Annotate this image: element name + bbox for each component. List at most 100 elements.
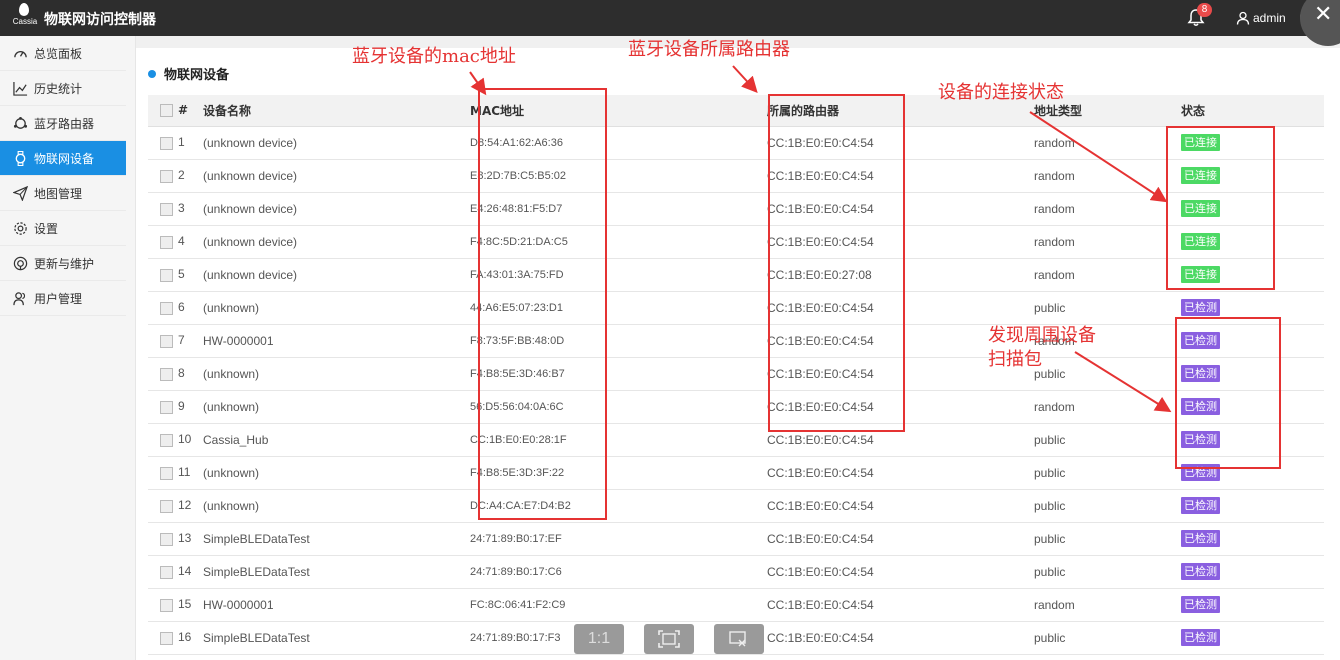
- row-number-cell[interactable]: 16: [148, 621, 203, 655]
- fit-screen-button[interactable]: [644, 624, 694, 654]
- user-menu[interactable]: admin: [1236, 8, 1286, 28]
- mac-cell: DC:A4:CA:E7:D4:B2: [470, 489, 767, 523]
- sidebar-item-iot-devices[interactable]: 物联网设备: [0, 141, 126, 176]
- mac-cell: F8:73:5F:BB:48:0D: [470, 324, 767, 358]
- notification-badge: 8: [1197, 3, 1212, 17]
- sidebar-item-dashboard[interactable]: 总览面板: [0, 36, 126, 71]
- row-number-cell[interactable]: 6: [148, 291, 203, 325]
- table-row[interactable]: 4 (unknown device) F4:8C:5D:21:DA:C5 CC:1B:…: [148, 225, 1324, 259]
- status-cell: 已检测: [1181, 324, 1324, 358]
- header-status[interactable]: 状态: [1181, 95, 1324, 127]
- table-row[interactable]: 13 SimpleBLEDataTest 24:71:89:B0:17:EF CC:1…: [148, 522, 1324, 556]
- checkbox[interactable]: [160, 301, 173, 315]
- status-cell: 已连接: [1181, 192, 1324, 226]
- mac-cell: D8:54:A1:62:A6:36: [470, 126, 767, 160]
- router-cell: CC:1B:E0:E0:C4:54: [767, 621, 1034, 655]
- router-cell: CC:1B:E0:E0:27:08: [767, 258, 1034, 292]
- table-row[interactable]: 15 HW-0000001 FC:8C:06:41:F2:C9 CC:1B:E0:E0…: [148, 588, 1324, 622]
- sidebar: 总览面板 历史统计 蓝牙路由器 物联网设备 地图管理 设置 更新与维护 用户管理: [0, 36, 136, 660]
- sidebar-item-update[interactable]: 更新与维护: [0, 246, 126, 281]
- checkbox[interactable]: [160, 565, 173, 579]
- checkbox[interactable]: [160, 598, 173, 612]
- row-number-cell[interactable]: 4: [148, 225, 203, 259]
- row-number-cell[interactable]: 13: [148, 522, 203, 556]
- checkbox[interactable]: [160, 367, 173, 381]
- status-badge: 已检测: [1181, 398, 1220, 415]
- status-badge: 已检测: [1181, 464, 1220, 481]
- header-device-name[interactable]: 设备名称: [203, 95, 470, 127]
- row-number-cell[interactable]: 1: [148, 126, 203, 160]
- address-type-cell: random: [1034, 225, 1181, 259]
- row-number-cell[interactable]: 8: [148, 357, 203, 391]
- table-row[interactable]: 12 (unknown) DC:A4:CA:E7:D4:B2 CC:1B:E0:E0:…: [148, 489, 1324, 523]
- cassia-logo[interactable]: Cassia: [8, 3, 38, 33]
- table-row[interactable]: 8 (unknown) F4:B8:5E:3D:46:B7 CC:1B:E0:E0:C…: [148, 357, 1324, 391]
- header-mac[interactable]: MAC地址: [470, 95, 767, 127]
- checkbox[interactable]: [160, 433, 173, 447]
- mac-cell: FC:8C:06:41:F2:C9: [470, 588, 767, 622]
- status-cell: 已检测: [1181, 456, 1324, 490]
- row-number-cell[interactable]: 10: [148, 423, 203, 457]
- address-type-cell: public: [1034, 489, 1181, 523]
- row-number-cell[interactable]: 3: [148, 192, 203, 226]
- sidebar-item-label: 更新与维护: [34, 256, 95, 271]
- address-type-cell: public: [1034, 621, 1181, 655]
- table-row[interactable]: 11 (unknown) F4:B8:5E:3D:3F:22 CC:1B:E0:E0:…: [148, 456, 1324, 490]
- row-number-cell[interactable]: 7: [148, 324, 203, 358]
- table-row[interactable]: 10 Cassia_Hub CC:1B:E0:E0:28:1F CC:1B:E0:E0…: [148, 423, 1324, 457]
- checkbox[interactable]: [160, 169, 173, 183]
- checkbox[interactable]: [160, 334, 173, 348]
- ratio-button[interactable]: 1:1: [574, 624, 624, 654]
- sidebar-item-routers[interactable]: 蓝牙路由器: [0, 106, 126, 141]
- checkbox[interactable]: [160, 202, 173, 216]
- address-type-cell: public: [1034, 291, 1181, 325]
- top-bar: Cassia 物联网访问控制器 8 admin i 帮助 ✕: [0, 0, 1340, 46]
- table-row[interactable]: 5 (unknown device) FA:43:01:3A:75:FD CC:1B:…: [148, 258, 1324, 292]
- sidebar-item-settings[interactable]: 设置: [0, 211, 126, 246]
- address-type-cell: random: [1034, 258, 1181, 292]
- checkbox[interactable]: [160, 136, 173, 150]
- checkbox[interactable]: [160, 400, 173, 414]
- address-type-cell: random: [1034, 588, 1181, 622]
- checkbox[interactable]: [160, 268, 173, 282]
- device-table: # 设备名称 MAC地址 所属的路由器 地址类型 状态 1 (unknown de…: [148, 95, 1324, 655]
- status-cell: 已检测: [1181, 357, 1324, 391]
- table-row[interactable]: 3 (unknown device) E4:26:48:81:F5:D7 CC:1B:…: [148, 192, 1324, 226]
- status-cell: 已连接: [1181, 159, 1324, 193]
- table-row[interactable]: 1 (unknown device) D8:54:A1:62:A6:36 CC:1B:…: [148, 126, 1324, 160]
- checkbox[interactable]: [160, 631, 173, 645]
- header-select-all[interactable]: #: [148, 95, 203, 127]
- device-name-cell: SimpleBLEDataTest: [203, 555, 470, 589]
- annotation-scan-label-line2: 扫描包: [988, 349, 1042, 370]
- router-cell: CC:1B:E0:E0:C4:54: [767, 588, 1034, 622]
- sidebar-item-map[interactable]: 地图管理: [0, 176, 126, 211]
- checkbox[interactable]: [160, 104, 173, 118]
- table-row[interactable]: 9 (unknown) 56:D5:56:04:0A:6C CC:1B:E0:E0:C…: [148, 390, 1324, 424]
- sidebar-item-label: 用户管理: [34, 291, 83, 306]
- logo-drop-icon: [19, 3, 29, 16]
- row-number-cell[interactable]: 2: [148, 159, 203, 193]
- checkbox[interactable]: [160, 466, 173, 480]
- device-name-cell: (unknown device): [203, 192, 470, 226]
- row-number-cell[interactable]: 14: [148, 555, 203, 589]
- checkbox[interactable]: [160, 235, 173, 249]
- device-name-cell: HW-0000001: [203, 588, 470, 622]
- checkbox[interactable]: [160, 499, 173, 513]
- table-row[interactable]: 6 (unknown) 44:A6:E5:07:23:D1 CC:1B:E0:E0:C…: [148, 291, 1324, 325]
- sidebar-item-history[interactable]: 历史统计: [0, 71, 126, 106]
- sidebar-item-users[interactable]: 用户管理: [0, 281, 126, 316]
- row-number-cell[interactable]: 12: [148, 489, 203, 523]
- table-row[interactable]: 14 SimpleBLEDataTest 24:71:89:B0:17:C6 CC:1…: [148, 555, 1324, 589]
- router-cell: CC:1B:E0:E0:C4:54: [767, 489, 1034, 523]
- table-row[interactable]: 2 (unknown device) E8:2D:7B:C5:B5:02 CC:1B:…: [148, 159, 1324, 193]
- table-row[interactable]: 7 HW-0000001 F8:73:5F:BB:48:0D CC:1B:E0:E0:…: [148, 324, 1324, 358]
- row-number-cell[interactable]: 5: [148, 258, 203, 292]
- close-button[interactable]: ✕: [1300, 0, 1340, 46]
- row-number-cell[interactable]: 11: [148, 456, 203, 490]
- mac-cell: 24:71:89:B0:17:C6: [470, 555, 767, 589]
- crop-button[interactable]: [714, 624, 764, 654]
- row-number-cell[interactable]: 15: [148, 588, 203, 622]
- row-number-cell[interactable]: 9: [148, 390, 203, 424]
- checkbox[interactable]: [160, 532, 173, 546]
- router-cell: CC:1B:E0:E0:C4:54: [767, 555, 1034, 589]
